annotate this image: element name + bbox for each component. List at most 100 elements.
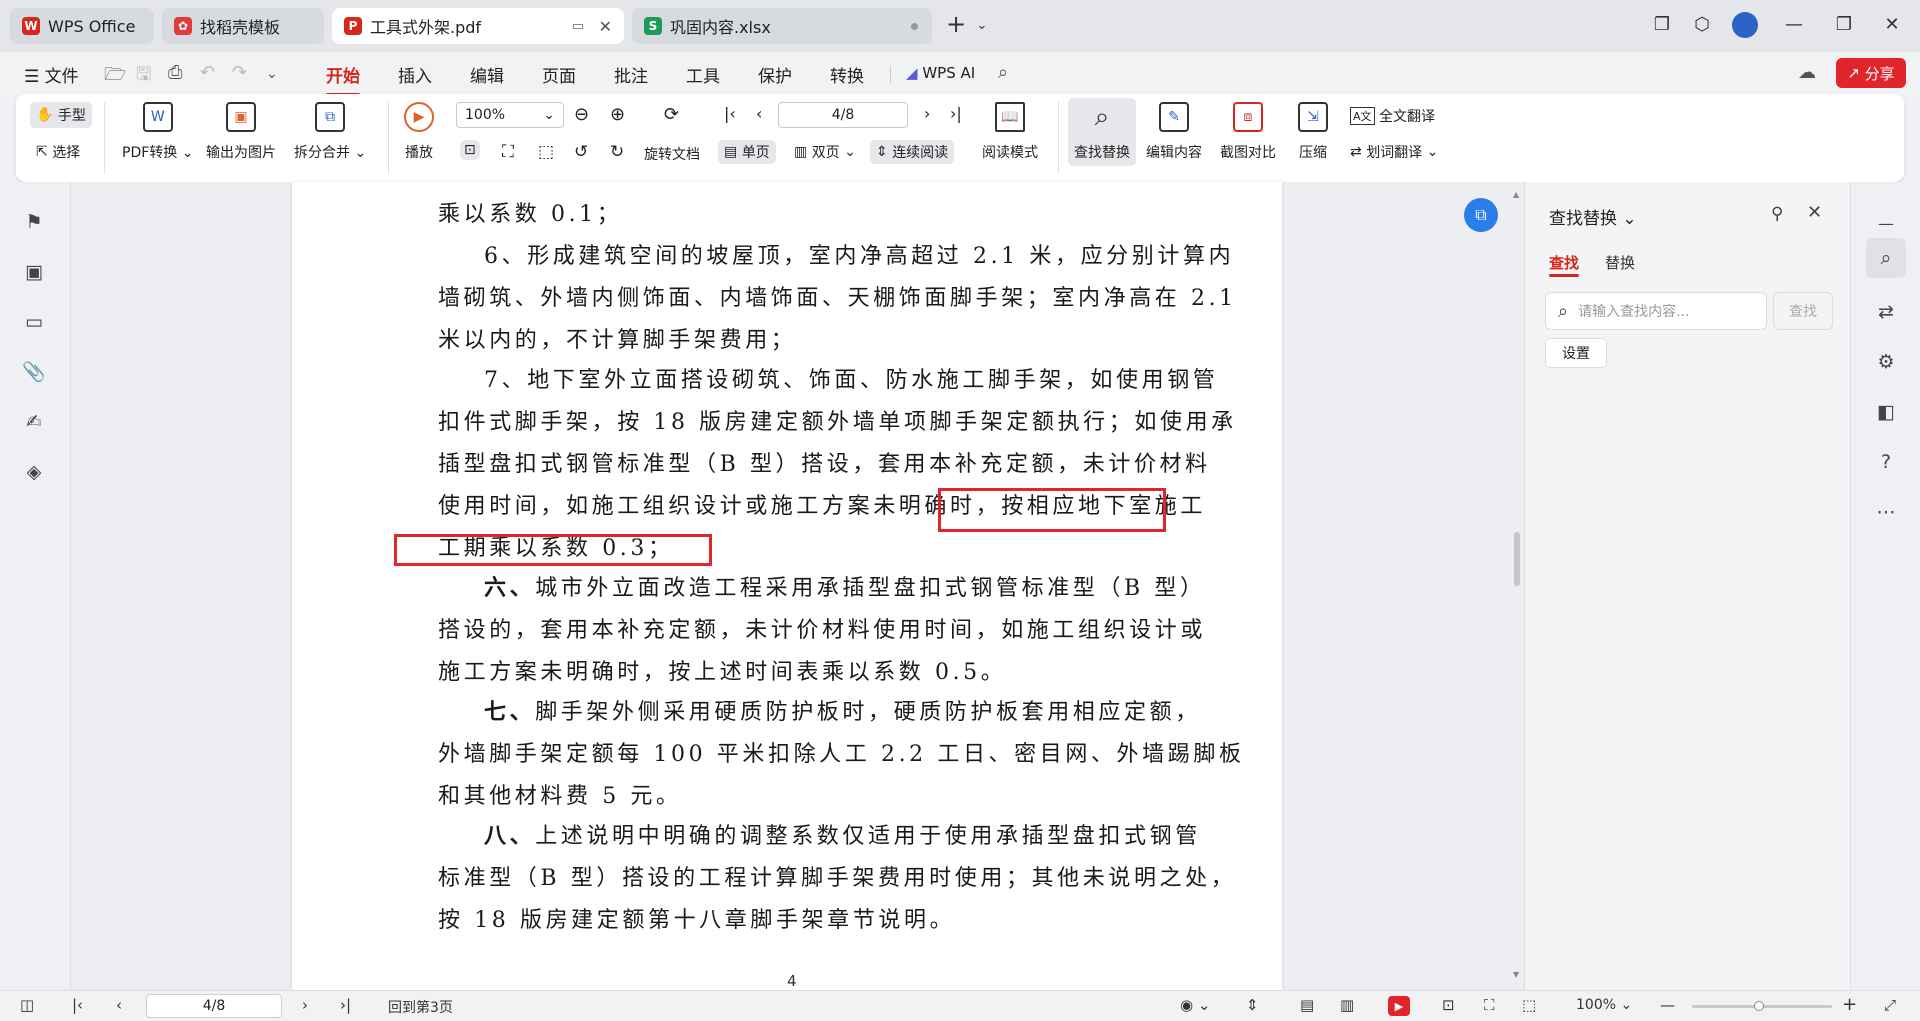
cube-icon[interactable]: ⬡ [1690, 14, 1714, 35]
scroll-down-icon[interactable]: ▼ [1513, 970, 1519, 979]
redo-icon[interactable]: ↷ [232, 62, 247, 83]
search-icon[interactable]: ⌕ [1874, 246, 1898, 270]
save-icon[interactable]: 🖫 [136, 62, 151, 92]
signature-icon[interactable]: ✍ [22, 410, 46, 434]
maximize-icon[interactable]: ❐ [1832, 14, 1856, 35]
fit-width-icon[interactable]: ⬚ [538, 142, 554, 162]
wps-ai-button[interactable]: ◢ WPS AI [906, 64, 975, 82]
chevron-down-icon[interactable]: ⌄ [266, 66, 278, 82]
menu-protect[interactable]: 保护 [758, 62, 792, 87]
print-icon[interactable]: ⎙ [168, 62, 182, 83]
page-number-input[interactable]: 4/8 [778, 102, 908, 128]
screenshot-compare-button[interactable]: ⧈ 截图对比 [1220, 102, 1276, 162]
single-page-button[interactable]: ▤ 单页 [718, 140, 776, 164]
find-button[interactable]: 查找 [1773, 292, 1833, 330]
rotate-right-icon[interactable]: ↻ [610, 142, 624, 162]
collapse-icon[interactable]: — [1874, 212, 1898, 236]
avatar[interactable] [1732, 12, 1758, 38]
window-restore-icon[interactable]: ❐ [1650, 14, 1674, 35]
hand-tool-button[interactable]: ✋ 手型 [30, 102, 92, 128]
fit-page-icon[interactable]: ⛶ [502, 142, 514, 162]
scrollbar-thumb[interactable] [1514, 532, 1520, 586]
pdf-convert-button[interactable]: W PDF转换 ⌄ [122, 102, 193, 162]
ai-assistant-icon[interactable]: ⧉ [1464, 198, 1498, 232]
attachment-icon[interactable]: 📎 [22, 360, 46, 384]
next-page-icon[interactable]: › [924, 104, 930, 123]
rotate-document-button[interactable]: 旋转文档 [644, 144, 700, 164]
select-tool-button[interactable]: ⇱ 选择 [36, 142, 80, 162]
menu-page[interactable]: 页面 [542, 62, 576, 87]
zoom-slider[interactable] [1692, 1001, 1832, 1011]
zoom-in-icon[interactable]: ⊕ [610, 104, 625, 125]
continuous-view-icon[interactable]: ⇕ [1246, 996, 1259, 1014]
next-page-icon[interactable]: › [302, 996, 308, 1014]
full-translate-button[interactable]: A文 全文翻译 [1350, 106, 1435, 126]
menu-file[interactable]: ☰ 文件 [24, 62, 79, 87]
bookmark-icon[interactable]: ⚑ [22, 210, 46, 234]
monitor-icon[interactable]: ▭ [572, 19, 584, 34]
export-image-button[interactable]: ▣ 输出为图片 [206, 102, 276, 162]
fit-actual-icon[interactable]: ⊡ [1442, 996, 1455, 1014]
zoom-level[interactable]: 100% ⌄ [1576, 997, 1632, 1013]
chevron-down-icon[interactable]: ⌄ [970, 18, 994, 33]
new-tab-icon[interactable]: + [944, 10, 968, 38]
back-to-page-link[interactable]: 回到第3页 [388, 997, 453, 1017]
find-replace-button[interactable]: ⌕ 查找替换 [1068, 98, 1136, 166]
play-button[interactable]: ▶ 播放 [404, 102, 434, 162]
rotate-doc-icon[interactable]: ⟳ [664, 104, 679, 125]
layers-icon[interactable]: ◈ [22, 460, 46, 484]
zoom-out-icon[interactable]: — [1660, 996, 1675, 1014]
menu-insert[interactable]: 插入 [398, 62, 432, 87]
translate-icon[interactable]: ⇄ [1874, 300, 1898, 324]
tab-xlsx-document[interactable]: S 巩固内容.xlsx [632, 8, 932, 44]
settings-button[interactable]: 设置 [1545, 338, 1607, 368]
help-icon[interactable]: ? [1874, 450, 1898, 474]
last-page-icon[interactable]: ›| [950, 104, 962, 123]
prev-page-icon[interactable]: ‹ [756, 104, 762, 123]
eye-icon[interactable]: ◉ ⌄ [1180, 996, 1210, 1014]
vertical-scrollbar[interactable]: ▲ ▼ [1512, 190, 1522, 982]
first-page-icon[interactable]: |‹ [72, 996, 83, 1014]
last-page-icon[interactable]: ›| [340, 996, 351, 1014]
share-button[interactable]: ↗ 分享 [1836, 58, 1906, 88]
zoom-select[interactable]: 100% ⌄ [456, 102, 564, 128]
menu-edit[interactable]: 编辑 [470, 62, 504, 87]
open-folder-icon[interactable]: 🗁 [104, 62, 126, 92]
thumbnail-icon[interactable]: ▣ [22, 260, 46, 284]
fit-width-icon[interactable]: ⬚ [1522, 996, 1536, 1014]
close-icon[interactable]: ✕ [1807, 202, 1822, 223]
zoom-out-icon[interactable]: ⊖ [574, 104, 589, 125]
tab-pdf-document[interactable]: P 工具式外架.pdf ▭ ✕ [332, 8, 624, 44]
panel-title[interactable]: 查找替换 ⌄ [1549, 204, 1637, 229]
menu-tools[interactable]: 工具 [686, 62, 720, 87]
menu-convert[interactable]: 转换 [830, 62, 864, 87]
continuous-reading-button[interactable]: ⇕ 连续阅读 [870, 140, 955, 164]
pin-icon[interactable]: ⚲ [1771, 204, 1783, 224]
close-window-icon[interactable]: ✕ [1880, 14, 1904, 35]
edit-content-button[interactable]: ✎ 编辑内容 [1146, 102, 1202, 162]
zoom-in-icon[interactable]: + [1842, 994, 1857, 1015]
annotation-rectangle[interactable] [938, 488, 1166, 532]
double-page-button[interactable]: ▥ 双页 ⌄ [794, 142, 856, 162]
tab-find[interactable]: 查找 [1549, 252, 1579, 273]
rotate-left-icon[interactable]: ↺ [574, 142, 588, 162]
split-merge-button[interactable]: ⧉ 拆分合并 ⌄ [294, 102, 366, 162]
sidebar-toggle-icon[interactable]: ◫ [20, 996, 34, 1014]
scroll-up-icon[interactable]: ▲ [1513, 190, 1519, 199]
compress-button[interactable]: ⇲ 压缩 [1298, 102, 1328, 162]
search-input[interactable]: ⌕ 请输入查找内容... [1545, 292, 1767, 330]
menu-start[interactable]: 开始 [326, 62, 360, 96]
annotation-rectangle[interactable] [394, 534, 712, 566]
read-mode-button[interactable]: 📖 阅读模式 [982, 102, 1038, 162]
adjust-icon[interactable]: ⚙ [1874, 350, 1898, 374]
double-page-view-icon[interactable]: ▥ [1340, 996, 1354, 1014]
single-page-view-icon[interactable]: ▤ [1300, 996, 1314, 1014]
tab-wps-office[interactable]: W WPS Office [10, 8, 154, 44]
prev-page-icon[interactable]: ‹ [116, 996, 122, 1014]
actual-size-icon[interactable]: ⊡ [460, 140, 480, 160]
menu-comment[interactable]: 批注 [614, 62, 648, 87]
search-icon[interactable]: ⌕ [998, 62, 1008, 83]
first-page-icon[interactable]: |‹ [724, 104, 736, 123]
comment-icon[interactable]: ▭ [22, 310, 46, 334]
fullscreen-icon[interactable]: ⤢ [1884, 996, 1896, 1014]
